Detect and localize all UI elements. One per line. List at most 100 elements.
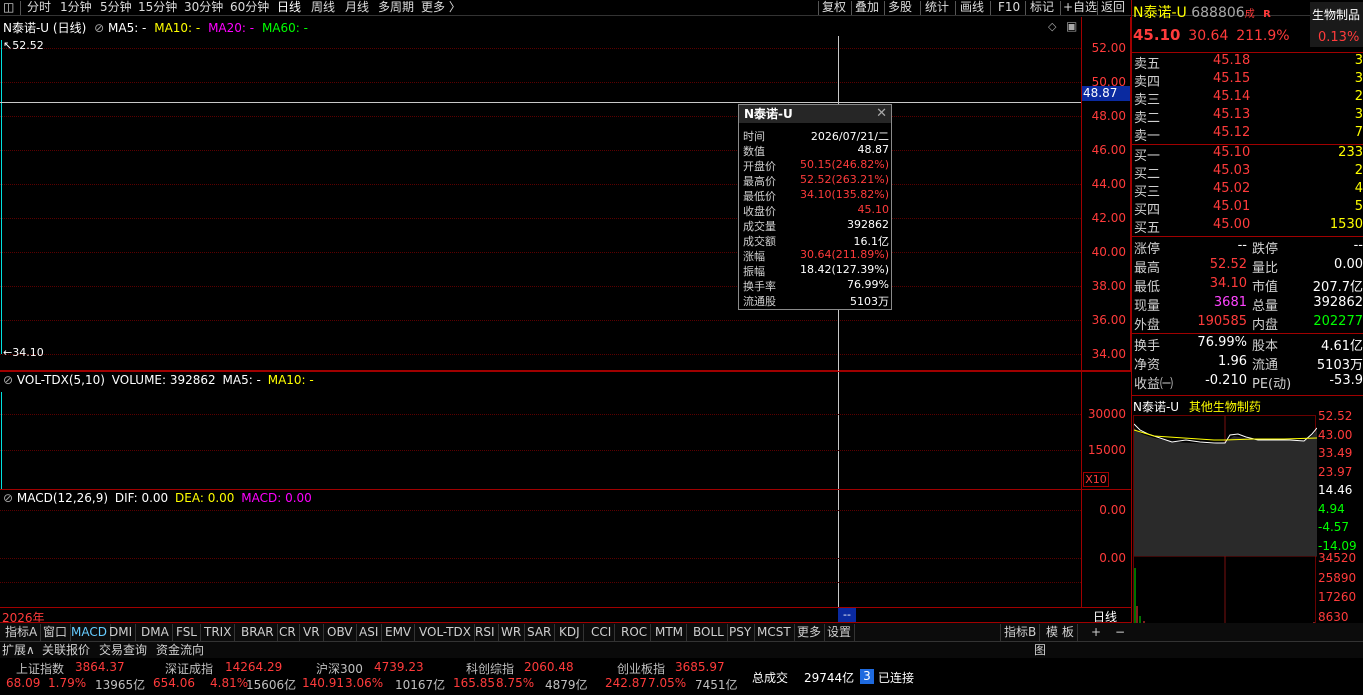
menu-icon[interactable]: ◫ (3, 0, 14, 16)
expand-icon[interactable]: ▣ (1066, 19, 1077, 33)
indicator-tab-vr[interactable]: VR (300, 624, 324, 641)
index-change: 165.85 (453, 676, 495, 690)
sector-badge-box[interactable]: 生物制品 0.13% (1310, 2, 1363, 47)
asks-row[interactable]: 卖三 45.14 2 (1133, 89, 1363, 108)
mark-button[interactable]: 标记 (1030, 0, 1054, 16)
template-tab[interactable]: 模 板 (1043, 624, 1078, 641)
indicator-tab-kdj[interactable]: KDJ (556, 624, 584, 641)
grid-line (0, 218, 1081, 219)
indicator-tab-sar[interactable]: SAR (524, 624, 556, 641)
zoom-out-button[interactable]: − (1112, 624, 1128, 641)
bids-row[interactable]: 买一 45.10 233 (1133, 145, 1363, 164)
settings-icon[interactable]: ⊘ (3, 373, 13, 387)
period-tab-daily[interactable]: 日线 (277, 0, 301, 16)
price-axis-label: 42.00 (1091, 211, 1126, 225)
index-name[interactable]: 创业板指 (617, 660, 665, 677)
index-name[interactable]: 沪深300 (316, 660, 363, 677)
indicator-tab-wr[interactable]: WR (498, 624, 526, 641)
fuquan-button[interactable]: 复权 (822, 0, 846, 16)
bids-row[interactable]: 买三 45.02 4 (1133, 181, 1363, 200)
stat-value: 34.10 (1209, 276, 1247, 291)
indicator-tab-mcst[interactable]: MCST (754, 624, 795, 641)
trade-query-link[interactable]: 交易查询 (99, 642, 147, 658)
indicator-tab-asi[interactable]: ASI (356, 624, 383, 641)
indicator-tab-mtm[interactable]: MTM (652, 624, 688, 641)
panel-divider (1131, 0, 1132, 640)
indicator-tab-macd[interactable]: MACD (68, 624, 111, 641)
indicator-tab-rsi[interactable]: RSI (472, 624, 499, 641)
indicator-tab-dma[interactable]: DMA (138, 624, 173, 641)
connection-status[interactable]: 已连接 (878, 669, 914, 686)
settings-icon[interactable]: ⊘ (94, 21, 104, 35)
zoom-in-button[interactable]: + (1088, 624, 1104, 641)
bids-row[interactable]: 买五 45.00 1530 (1133, 217, 1363, 236)
indicator-tab-trix[interactable]: TRIX (201, 624, 236, 641)
indicator-tab-设置[interactable]: 设置 (824, 624, 856, 641)
indicator-tab-brar[interactable]: BRAR (238, 624, 278, 641)
index-name[interactable]: 深证成指 (165, 660, 213, 677)
indicator-tab-指标a[interactable]: 指标A (2, 624, 42, 641)
expand-link[interactable]: 扩展∧ (2, 642, 35, 658)
mini-chart[interactable] (1133, 415, 1318, 632)
period-tab-30min[interactable]: 30分钟 (184, 0, 223, 16)
volume-bar[interactable] (1, 392, 2, 489)
stats-button[interactable]: 统计 (925, 0, 949, 16)
period-tab-5min[interactable]: 5分钟 (100, 0, 132, 16)
asks-row[interactable]: 卖一 45.12 7 (1133, 125, 1363, 144)
indicator-tab-psy[interactable]: PSY (726, 624, 756, 641)
grid-line (0, 414, 1081, 415)
tooltip-value: 16.1亿 (853, 235, 890, 248)
grid-line (0, 450, 1081, 451)
price-axis-label: 38.00 (1091, 279, 1126, 293)
candle-wick[interactable] (1, 40, 2, 354)
indicator-tab-cci[interactable]: CCI (588, 624, 616, 641)
mini-area (1134, 428, 1317, 556)
indicator-tab-boll[interactable]: BOLL (690, 624, 728, 641)
bids-row[interactable]: 买二 45.03 2 (1133, 163, 1363, 182)
indicator-tab-emv[interactable]: EMV (382, 624, 416, 641)
overlay-button[interactable]: 叠加 (855, 0, 879, 16)
multi-stock-button[interactable]: 多股 (888, 0, 912, 16)
index-name[interactable]: 科创综指 (466, 660, 514, 677)
period-tab-60min[interactable]: 60分钟 (230, 0, 269, 16)
back-button[interactable]: 返回 (1101, 0, 1125, 16)
fund-flow-link[interactable]: 资金流向 (156, 642, 204, 658)
f10-button[interactable]: F10 (998, 0, 1020, 16)
index-name[interactable]: 上证指数 (16, 660, 64, 677)
indicator-tab-窗口[interactable]: 窗口 (40, 624, 72, 641)
indicator-tab-roc[interactable]: ROC (618, 624, 652, 641)
grid-line (0, 354, 1081, 355)
close-icon[interactable]: ✕ (876, 106, 887, 121)
period-tab-fenshi[interactable]: 分时 (27, 0, 51, 16)
period-tab-15min[interactable]: 15分钟 (138, 0, 177, 16)
period-tab-1min[interactable]: 1分钟 (60, 0, 92, 16)
tooltip-value: 76.99% (847, 278, 889, 291)
indicator-tab-vol-tdx[interactable]: VOL-TDX (416, 624, 475, 641)
add-watchlist-button[interactable]: +自选 (1063, 0, 1097, 16)
mini-price-axis-label: -4.57 (1318, 520, 1350, 534)
stat-key: 市值 (1252, 280, 1279, 295)
asks-row[interactable]: 卖四 45.15 3 (1133, 71, 1363, 90)
period-tab-multi[interactable]: 多周期 (378, 0, 414, 16)
stat-value: 202277 (1313, 314, 1363, 329)
indicator-b-tab[interactable]: 指标B (1000, 624, 1041, 641)
mini-price-axis-label: 4.94 (1318, 501, 1345, 516)
asks-row[interactable]: 卖五 45.18 3 (1133, 53, 1363, 72)
price-chart-panel[interactable] (0, 17, 1131, 371)
draw-line-button[interactable]: 画线 (960, 0, 984, 16)
bids-row[interactable]: 买四 45.01 5 (1133, 199, 1363, 218)
settings-icon[interactable]: ⊘ (3, 491, 13, 505)
indicator-tab-更多[interactable]: 更多 (794, 624, 826, 641)
indicator-tab-obv[interactable]: OBV (324, 624, 357, 641)
indicator-tab-fsl[interactable]: FSL (173, 624, 201, 641)
asks-row[interactable]: 卖二 45.13 3 (1133, 107, 1363, 126)
indicator-tab-cr[interactable]: CR (276, 624, 300, 641)
mini-price-axis-label: 33.49 (1318, 446, 1353, 460)
period-tab-more[interactable]: 更多 〉 (421, 0, 461, 16)
diamond-icon[interactable]: ◇ (1048, 20, 1056, 33)
period-tab-weekly[interactable]: 周线 (311, 0, 335, 16)
related-quotes-link[interactable]: 关联报价 (42, 642, 90, 658)
indicator-tab-dmi[interactable]: DMI (106, 624, 137, 641)
period-tab-monthly[interactable]: 月线 (345, 0, 369, 16)
bids-price: 45.03 (1213, 163, 1251, 178)
